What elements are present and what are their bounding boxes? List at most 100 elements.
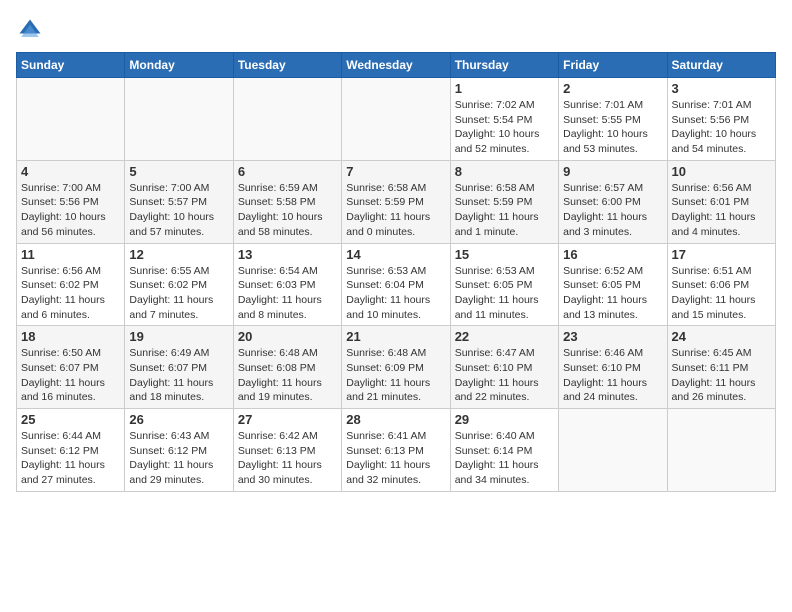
weekday-row: SundayMondayTuesdayWednesdayThursdayFrid… (17, 53, 776, 78)
day-number: 13 (238, 247, 337, 262)
day-info: Sunrise: 6:46 AMSunset: 6:10 PMDaylight:… (563, 346, 662, 405)
calendar-week-4: 18 Sunrise: 6:50 AMSunset: 6:07 PMDayligh… (17, 326, 776, 409)
day-number: 27 (238, 412, 337, 427)
calendar-cell: 13 Sunrise: 6:54 AMSunset: 6:03 PMDayligh… (233, 243, 341, 326)
day-info: Sunrise: 6:47 AMSunset: 6:10 PMDaylight:… (455, 346, 554, 405)
calendar-cell: 9 Sunrise: 6:57 AMSunset: 6:00 PMDaylight… (559, 160, 667, 243)
weekday-header-saturday: Saturday (667, 53, 775, 78)
day-number: 12 (129, 247, 228, 262)
day-info: Sunrise: 6:53 AMSunset: 6:04 PMDaylight:… (346, 264, 445, 323)
day-number: 25 (21, 412, 120, 427)
day-info: Sunrise: 7:02 AMSunset: 5:54 PMDaylight:… (455, 98, 554, 157)
calendar-cell: 22 Sunrise: 6:47 AMSunset: 6:10 PMDayligh… (450, 326, 558, 409)
day-info: Sunrise: 6:48 AMSunset: 6:08 PMDaylight:… (238, 346, 337, 405)
day-info: Sunrise: 6:48 AMSunset: 6:09 PMDaylight:… (346, 346, 445, 405)
calendar-cell: 24 Sunrise: 6:45 AMSunset: 6:11 PMDayligh… (667, 326, 775, 409)
day-info: Sunrise: 6:56 AMSunset: 6:02 PMDaylight:… (21, 264, 120, 323)
day-info: Sunrise: 6:50 AMSunset: 6:07 PMDaylight:… (21, 346, 120, 405)
calendar-week-2: 4 Sunrise: 7:00 AMSunset: 5:56 PMDaylight… (17, 160, 776, 243)
day-number: 10 (672, 164, 771, 179)
day-info: Sunrise: 7:00 AMSunset: 5:56 PMDaylight:… (21, 181, 120, 240)
calendar-cell (233, 78, 341, 161)
day-info: Sunrise: 6:42 AMSunset: 6:13 PMDaylight:… (238, 429, 337, 488)
day-number: 8 (455, 164, 554, 179)
calendar-cell: 20 Sunrise: 6:48 AMSunset: 6:08 PMDayligh… (233, 326, 341, 409)
day-number: 17 (672, 247, 771, 262)
day-number: 1 (455, 81, 554, 96)
day-info: Sunrise: 6:40 AMSunset: 6:14 PMDaylight:… (455, 429, 554, 488)
weekday-header-thursday: Thursday (450, 53, 558, 78)
day-number: 24 (672, 329, 771, 344)
calendar-body: 1 Sunrise: 7:02 AMSunset: 5:54 PMDaylight… (17, 78, 776, 492)
header (16, 16, 776, 44)
day-number: 19 (129, 329, 228, 344)
calendar-cell: 5 Sunrise: 7:00 AMSunset: 5:57 PMDaylight… (125, 160, 233, 243)
day-number: 29 (455, 412, 554, 427)
calendar-cell: 8 Sunrise: 6:58 AMSunset: 5:59 PMDaylight… (450, 160, 558, 243)
day-info: Sunrise: 6:43 AMSunset: 6:12 PMDaylight:… (129, 429, 228, 488)
day-number: 22 (455, 329, 554, 344)
calendar-cell: 1 Sunrise: 7:02 AMSunset: 5:54 PMDaylight… (450, 78, 558, 161)
day-info: Sunrise: 6:58 AMSunset: 5:59 PMDaylight:… (346, 181, 445, 240)
calendar-cell: 21 Sunrise: 6:48 AMSunset: 6:09 PMDayligh… (342, 326, 450, 409)
logo-icon (16, 16, 44, 44)
weekday-header-sunday: Sunday (17, 53, 125, 78)
day-number: 28 (346, 412, 445, 427)
day-number: 3 (672, 81, 771, 96)
calendar: SundayMondayTuesdayWednesdayThursdayFrid… (16, 52, 776, 492)
day-info: Sunrise: 6:59 AMSunset: 5:58 PMDaylight:… (238, 181, 337, 240)
day-number: 14 (346, 247, 445, 262)
day-number: 4 (21, 164, 120, 179)
day-number: 5 (129, 164, 228, 179)
day-info: Sunrise: 7:00 AMSunset: 5:57 PMDaylight:… (129, 181, 228, 240)
day-info: Sunrise: 6:49 AMSunset: 6:07 PMDaylight:… (129, 346, 228, 405)
calendar-cell: 25 Sunrise: 6:44 AMSunset: 6:12 PMDayligh… (17, 409, 125, 492)
calendar-cell: 15 Sunrise: 6:53 AMSunset: 6:05 PMDayligh… (450, 243, 558, 326)
logo (16, 16, 48, 44)
calendar-cell: 7 Sunrise: 6:58 AMSunset: 5:59 PMDaylight… (342, 160, 450, 243)
day-number: 23 (563, 329, 662, 344)
day-number: 20 (238, 329, 337, 344)
day-number: 11 (21, 247, 120, 262)
day-number: 2 (563, 81, 662, 96)
calendar-cell: 4 Sunrise: 7:00 AMSunset: 5:56 PMDaylight… (17, 160, 125, 243)
calendar-cell (342, 78, 450, 161)
day-info: Sunrise: 6:54 AMSunset: 6:03 PMDaylight:… (238, 264, 337, 323)
day-info: Sunrise: 6:45 AMSunset: 6:11 PMDaylight:… (672, 346, 771, 405)
day-info: Sunrise: 6:51 AMSunset: 6:06 PMDaylight:… (672, 264, 771, 323)
day-info: Sunrise: 6:44 AMSunset: 6:12 PMDaylight:… (21, 429, 120, 488)
weekday-header-wednesday: Wednesday (342, 53, 450, 78)
day-info: Sunrise: 6:41 AMSunset: 6:13 PMDaylight:… (346, 429, 445, 488)
day-info: Sunrise: 6:57 AMSunset: 6:00 PMDaylight:… (563, 181, 662, 240)
weekday-header-monday: Monday (125, 53, 233, 78)
calendar-cell: 19 Sunrise: 6:49 AMSunset: 6:07 PMDayligh… (125, 326, 233, 409)
calendar-week-5: 25 Sunrise: 6:44 AMSunset: 6:12 PMDayligh… (17, 409, 776, 492)
calendar-cell (559, 409, 667, 492)
day-info: Sunrise: 6:53 AMSunset: 6:05 PMDaylight:… (455, 264, 554, 323)
calendar-cell: 10 Sunrise: 6:56 AMSunset: 6:01 PMDayligh… (667, 160, 775, 243)
calendar-cell: 28 Sunrise: 6:41 AMSunset: 6:13 PMDayligh… (342, 409, 450, 492)
day-number: 15 (455, 247, 554, 262)
day-info: Sunrise: 7:01 AMSunset: 5:55 PMDaylight:… (563, 98, 662, 157)
calendar-cell: 12 Sunrise: 6:55 AMSunset: 6:02 PMDayligh… (125, 243, 233, 326)
day-info: Sunrise: 6:55 AMSunset: 6:02 PMDaylight:… (129, 264, 228, 323)
calendar-header: SundayMondayTuesdayWednesdayThursdayFrid… (17, 53, 776, 78)
calendar-cell: 14 Sunrise: 6:53 AMSunset: 6:04 PMDayligh… (342, 243, 450, 326)
calendar-cell: 2 Sunrise: 7:01 AMSunset: 5:55 PMDaylight… (559, 78, 667, 161)
day-number: 18 (21, 329, 120, 344)
day-info: Sunrise: 6:56 AMSunset: 6:01 PMDaylight:… (672, 181, 771, 240)
calendar-cell: 11 Sunrise: 6:56 AMSunset: 6:02 PMDayligh… (17, 243, 125, 326)
calendar-cell: 23 Sunrise: 6:46 AMSunset: 6:10 PMDayligh… (559, 326, 667, 409)
day-number: 7 (346, 164, 445, 179)
day-info: Sunrise: 6:58 AMSunset: 5:59 PMDaylight:… (455, 181, 554, 240)
day-info: Sunrise: 6:52 AMSunset: 6:05 PMDaylight:… (563, 264, 662, 323)
day-number: 26 (129, 412, 228, 427)
calendar-cell: 26 Sunrise: 6:43 AMSunset: 6:12 PMDayligh… (125, 409, 233, 492)
day-number: 21 (346, 329, 445, 344)
weekday-header-friday: Friday (559, 53, 667, 78)
calendar-cell (125, 78, 233, 161)
day-number: 9 (563, 164, 662, 179)
calendar-cell (17, 78, 125, 161)
calendar-cell (667, 409, 775, 492)
calendar-cell: 29 Sunrise: 6:40 AMSunset: 6:14 PMDayligh… (450, 409, 558, 492)
